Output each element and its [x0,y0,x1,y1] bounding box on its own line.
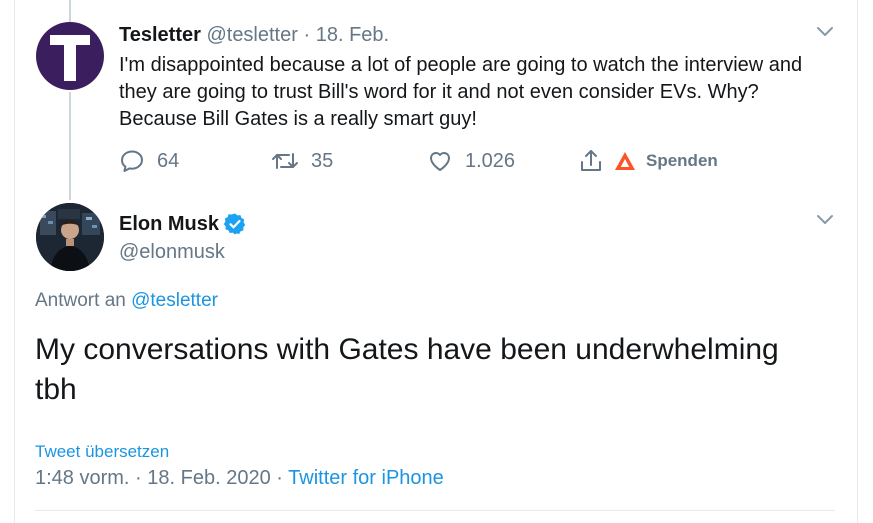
elonmusk-avatar[interactable] [36,203,104,271]
meta-separator: · [135,467,142,489]
tip-label: Spenden [646,151,718,170]
heart-icon [427,148,465,174]
like-count: 1.026 [465,149,516,172]
retweet-icon [271,148,311,174]
reply-count: 64 [157,149,180,172]
profile-photo [36,203,104,271]
chevron-down-icon[interactable] [815,210,835,230]
thread-line-top [69,0,71,22]
retweet-count: 35 [311,149,334,172]
reply-button[interactable]: 64 [119,146,179,176]
retweet-button[interactable]: 35 [271,146,333,176]
user-handle-elon[interactable]: @elonmusk [119,238,225,266]
display-name: Elon Musk [119,213,220,235]
verified-badge-icon [223,212,247,236]
share-button[interactable]: Spenden [578,146,718,176]
tweet-full-date[interactable]: 18. Feb. 2020 [147,467,270,489]
translate-tweet-link[interactable]: Tweet übersetzen [35,441,169,463]
tweet-metadata: 1:48 vorm. · 18. Feb. 2020 · Twitter for… [35,464,444,492]
reply-to-handle-link[interactable]: @tesletter [131,290,218,311]
tweet-date[interactable]: 18. Feb. [316,24,389,46]
tweet-text-main: My conversations with Gates have been un… [35,333,779,406]
reply-context: Antwort an @tesletter [35,288,218,314]
tweet-header: Tesletter @tesletter · 18. Feb. [119,22,389,48]
chevron-down-icon[interactable] [815,22,835,42]
tweet-source-link[interactable]: Twitter for iPhone [288,467,444,489]
meta-separator: · [276,467,283,489]
thread-line [69,92,71,200]
like-button[interactable]: 1.026 [427,146,515,176]
tweet-actions: 64 35 1.026 Spenden [119,146,819,176]
user-handle[interactable]: @tesletter [206,24,297,46]
reply-icon [119,148,157,174]
brave-triangle-icon [614,151,646,171]
tweet-time[interactable]: 1:48 vorm. [35,467,129,489]
tip-button[interactable]: Spenden [614,151,718,171]
reply-prefix: Antwort an [35,290,126,311]
tesletter-avatar[interactable]: T [36,22,104,90]
display-name-elon[interactable]: Elon Musk [119,210,247,238]
tesletter-logo: T [50,35,90,81]
display-name[interactable]: Tesletter [119,24,201,46]
divider [35,510,835,511]
share-icon [578,148,612,174]
tweet-text: I'm disappointed because a lot of people… [119,54,803,130]
header-separator: · [303,24,311,46]
